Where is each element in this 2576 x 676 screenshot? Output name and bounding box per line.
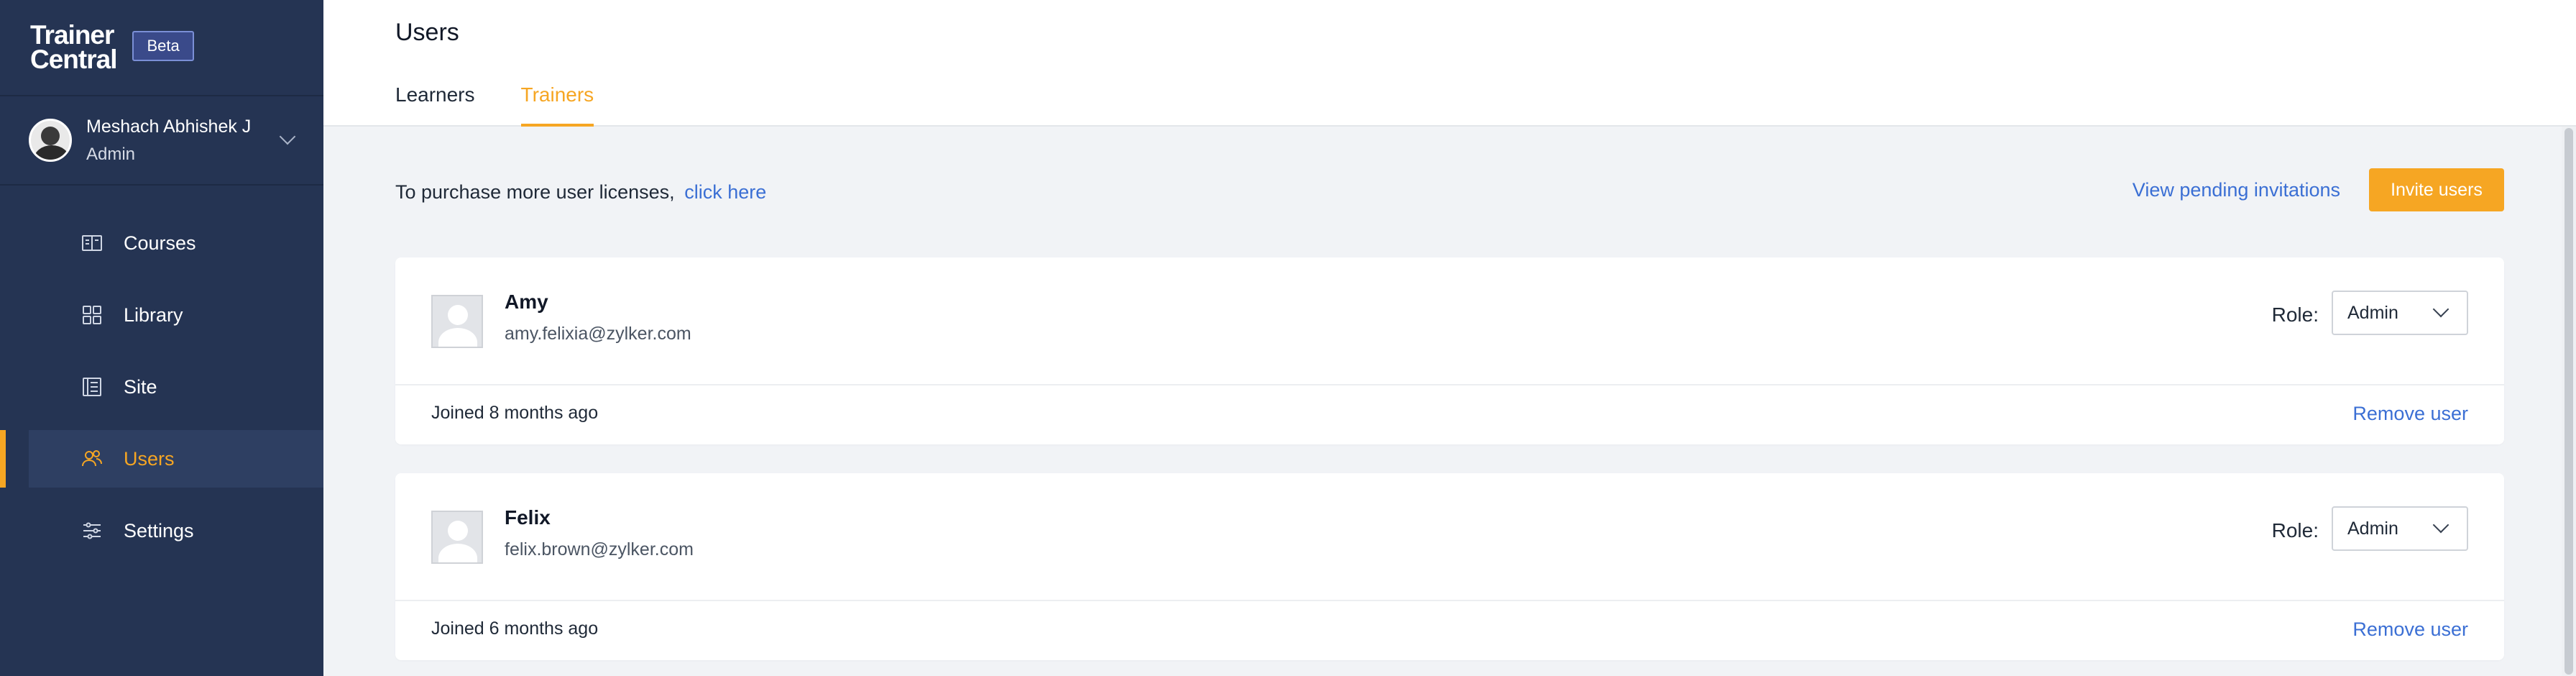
main-panel: Users Learners Trainers To purchase more… <box>323 0 2576 676</box>
user-card-footer: Joined 6 months ago Remove user <box>395 601 2504 659</box>
beta-badge: Beta <box>132 31 194 61</box>
user-name: Felix <box>505 506 551 529</box>
role-select[interactable]: Admin <box>2332 506 2468 551</box>
joined-date: Joined 8 months ago <box>431 403 599 423</box>
library-icon <box>80 303 104 326</box>
remove-user-link[interactable]: Remove user <box>2352 403 2468 425</box>
settings-icon <box>80 519 104 542</box>
joined-date: Joined 6 months ago <box>431 618 599 639</box>
sidebar-item-label: Courses <box>124 232 196 254</box>
profile-role: Admin <box>86 144 136 164</box>
role-label: Role: <box>2271 303 2319 326</box>
sidebar-item-courses[interactable]: Courses <box>29 214 323 272</box>
brand-header: Trainer Central Beta <box>0 0 323 96</box>
user-card-header: Amy amy.felixia@zylker.com Role: Admin <box>395 257 2504 385</box>
sidebar: Trainer Central Beta Meshach Abhishek J … <box>0 0 323 676</box>
profile-name: Meshach Abhishek J <box>86 116 252 137</box>
license-info: To purchase more user licenses, click he… <box>395 181 766 204</box>
role-select[interactable]: Admin <box>2332 291 2468 335</box>
sidebar-item-label: Users <box>124 447 175 470</box>
chevron-down-icon[interactable] <box>279 128 296 145</box>
users-content: To purchase more user licenses, click he… <box>323 127 2576 660</box>
users-icon <box>80 447 104 470</box>
invite-users-button[interactable]: Invite users <box>2369 168 2504 211</box>
site-icon <box>80 375 104 398</box>
user-avatar-placeholder <box>431 295 483 348</box>
scrollbar-thumb[interactable] <box>2564 128 2573 675</box>
user-name: Amy <box>505 291 548 313</box>
avatar <box>29 119 72 162</box>
role-select-value: Admin <box>2347 302 2398 323</box>
user-email: felix.brown@zylker.com <box>505 539 694 559</box>
profile-menu[interactable]: Meshach Abhishek J Admin <box>0 96 323 186</box>
role-label: Role: <box>2271 519 2319 542</box>
logo-line1: Trainer <box>30 20 114 50</box>
sidebar-item-label: Settings <box>124 519 194 542</box>
sidebar-item-label: Site <box>124 375 157 398</box>
license-info-row: To purchase more user licenses, click he… <box>395 127 2504 257</box>
sidebar-item-site[interactable]: Site <box>29 358 323 416</box>
user-card-header: Felix felix.brown@zylker.com Role: Admin <box>395 473 2504 601</box>
tab-bar: Learners Trainers <box>395 83 640 127</box>
trainer-central-logo[interactable]: Trainer Central <box>30 20 117 74</box>
tab-trainers[interactable]: Trainers <box>520 83 594 127</box>
page-title: Users <box>395 19 459 46</box>
role-select-value: Admin <box>2347 518 2398 539</box>
page-header: Users Learners Trainers <box>323 0 2576 127</box>
purchase-license-link[interactable]: click here <box>684 181 766 203</box>
tab-learners[interactable]: Learners <box>395 83 475 125</box>
user-card-footer: Joined 8 months ago Remove user <box>395 385 2504 443</box>
user-card: Felix felix.brown@zylker.com Role: Admin… <box>395 473 2504 660</box>
user-avatar-placeholder <box>431 511 483 564</box>
user-card: Amy amy.felixia@zylker.com Role: Admin J… <box>395 257 2504 444</box>
view-pending-invitations-link[interactable]: View pending invitations <box>2133 179 2340 201</box>
sidebar-item-label: Library <box>124 303 183 326</box>
remove-user-link[interactable]: Remove user <box>2352 618 2468 641</box>
sidebar-nav: Courses Library Site Users Settings <box>0 214 323 559</box>
chevron-down-icon <box>2432 516 2450 534</box>
license-info-text: To purchase more user licenses, <box>395 181 675 203</box>
scrollbar[interactable] <box>2562 127 2576 676</box>
user-email: amy.felixia@zylker.com <box>505 324 691 344</box>
sidebar-item-settings[interactable]: Settings <box>29 502 323 559</box>
chevron-down-icon <box>2432 301 2450 318</box>
courses-icon <box>80 232 104 255</box>
sidebar-item-users[interactable]: Users <box>0 430 323 488</box>
logo-line2: Central <box>30 45 117 74</box>
sidebar-item-library[interactable]: Library <box>29 286 323 344</box>
user-actions: View pending invitations Invite users <box>2133 168 2504 211</box>
